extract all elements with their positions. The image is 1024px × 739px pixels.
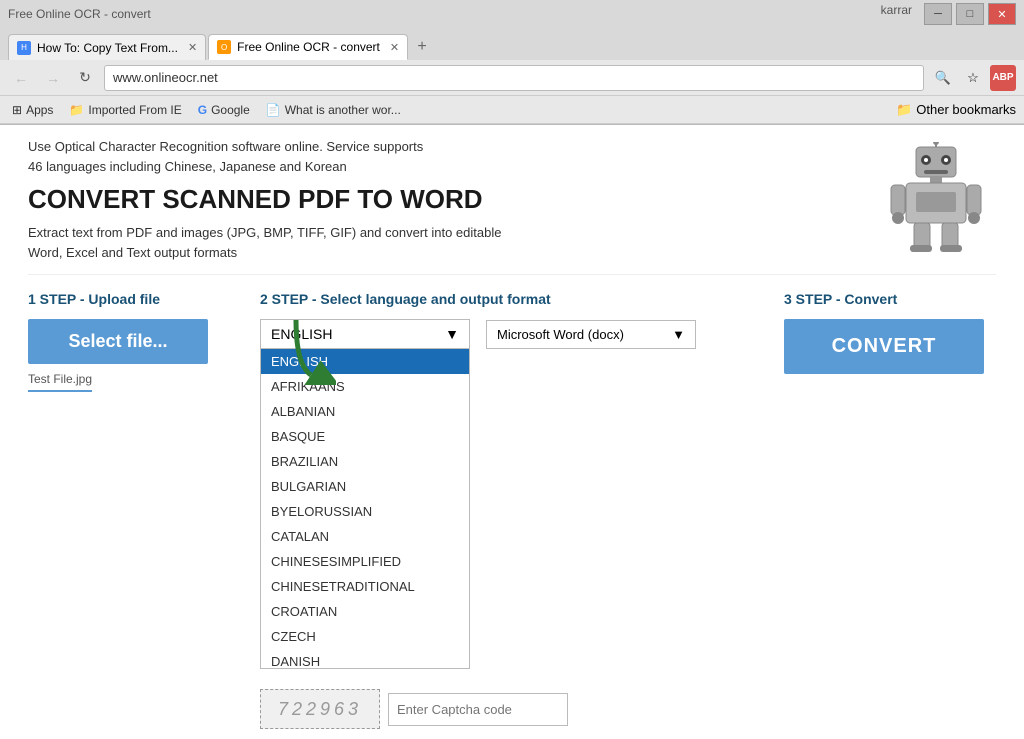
tab-bar: H How To: Copy Text From... ✕ O Free Onl… [0,28,1024,60]
captcha-input[interactable] [388,693,568,726]
reload-button[interactable]: ↻ [72,65,98,91]
step-2-title: 2 STEP - Select language and output form… [260,291,760,307]
tab-2[interactable]: O Free Online OCR - convert ✕ [208,34,408,60]
steps-row: 1 STEP - Upload file Select file... Test… [28,291,996,729]
lang-option-albanian[interactable]: ALBANIAN [261,399,469,424]
tab-2-label: Free Online OCR - convert [237,40,380,54]
hero-subtitle2: Word, Excel and Text output formats [28,243,876,263]
page-content: Use Optical Character Recognition softwa… [12,125,1012,739]
search-icon[interactable]: 🔍 [930,65,956,91]
hero-section: Use Optical Character Recognition softwa… [28,125,996,275]
bookmark-google[interactable]: G Google [194,101,254,119]
bookmark-apps[interactable]: ⊞ Apps [8,101,57,119]
apps-icon: ⊞ [12,103,22,117]
window-controls: karrar ─ □ ✕ [881,3,1016,25]
lang-option-bulgarian[interactable]: BULGARIAN [261,474,469,499]
minimize-button[interactable]: ─ [924,3,952,25]
language-dropdown-list[interactable]: ENGLISH AFRIKAANS ALBANIAN BASQUE BRAZIL… [260,349,470,669]
lang-option-brazilian[interactable]: BRAZILIAN [261,449,469,474]
user-label: karrar [881,3,912,25]
bookmark-imported[interactable]: 📁 Imported From IE [65,101,185,119]
nav-bar: ← → ↻ www.onlineocr.net 🔍 ☆ ABP [0,60,1024,96]
page-wrapper: Use Optical Character Recognition softwa… [0,125,1024,739]
imported-label: Imported From IE [88,103,181,117]
apps-label: Apps [26,103,53,117]
address-bar[interactable]: www.onlineocr.net [104,65,924,91]
new-tab-button[interactable]: + [410,34,434,60]
hero-line1: Use Optical Character Recognition softwa… [28,137,876,157]
google-icon: G [198,103,207,117]
captcha-area: 722963 [260,689,760,729]
back-button[interactable]: ← [8,65,34,91]
abp-icon[interactable]: ABP [990,65,1016,91]
arrow-indicator [276,315,336,388]
page-icon: 📄 [266,103,281,117]
hero-line2: 46 languages including Chinese, Japanese… [28,157,876,177]
tab-1[interactable]: H How To: Copy Text From... ✕ [8,34,206,60]
address-text: www.onlineocr.net [113,70,915,85]
step-3: 3 STEP - Convert CONVERT [772,291,996,374]
lang-option-byelorussian[interactable]: BYELORUSSIAN [261,499,469,524]
forward-button[interactable]: → [40,65,66,91]
tab-2-favicon: O [217,40,231,54]
lang-option-chinesetraditional[interactable]: CHINESETRADITIONAL [261,574,469,599]
bookmark-what[interactable]: 📄 What is another wor... [262,101,405,119]
restore-button[interactable]: □ [956,3,984,25]
tab-1-label: How To: Copy Text From... [37,41,178,55]
step-1: 1 STEP - Upload file Select file... Test… [28,291,248,392]
nav-icons-right: 🔍 ☆ ABP [930,65,1016,91]
lang-option-catalan[interactable]: CATALAN [261,524,469,549]
tab-2-close[interactable]: ✕ [390,41,399,54]
captcha-image: 722963 [260,689,380,729]
lang-option-croatian[interactable]: CROATIAN [261,599,469,624]
what-label: What is another wor... [285,103,401,117]
lang-option-chinesesimplified[interactable]: CHINESESIMPLIFIED [261,549,469,574]
tab-1-favicon: H [17,41,31,55]
format-selected-label: Microsoft Word (docx) [497,327,624,342]
green-arrow-svg [276,315,336,385]
title-bar-left: Free Online OCR - convert [8,7,877,21]
other-bookmarks-label: Other bookmarks [916,102,1016,117]
hero-title: CONVERT SCANNED PDF TO WORD [28,184,876,215]
steps-section: 1 STEP - Upload file Select file... Test… [28,275,996,739]
format-arrow-icon: ▼ [672,327,685,342]
robot-image [876,137,996,257]
tab-1-close[interactable]: ✕ [188,41,197,54]
format-select[interactable]: Microsoft Word (docx) ▼ [486,320,696,349]
title-bar: Free Online OCR - convert karrar ─ □ ✕ [0,0,1024,28]
lang-arrow-icon: ▼ [445,326,459,342]
folder-icon: 📁 [69,103,84,117]
close-button[interactable]: ✕ [988,3,1016,25]
step-3-title: 3 STEP - Convert [784,291,984,307]
lang-option-danish[interactable]: DANISH [261,649,469,669]
step-1-title: 1 STEP - Upload file [28,291,236,307]
hero-text: Use Optical Character Recognition softwa… [28,137,876,262]
select-file-button[interactable]: Select file... [28,319,208,364]
lang-option-czech[interactable]: CZECH [261,624,469,649]
folder-icon-2: 📁 [896,102,912,118]
window-title: Free Online OCR - convert [8,7,151,21]
robot-svg [886,142,986,252]
browser-chrome: Free Online OCR - convert karrar ─ □ ✕ H… [0,0,1024,125]
hero-subtitle1: Extract text from PDF and images (JPG, B… [28,223,876,243]
bookmarks-bar: ⊞ Apps 📁 Imported From IE G Google 📄 Wha… [0,96,1024,124]
file-name: Test File.jpg [28,372,92,392]
google-label: Google [211,103,250,117]
star-icon[interactable]: ☆ [960,65,986,91]
other-bookmarks[interactable]: 📁 Other bookmarks [896,102,1016,118]
lang-option-basque[interactable]: BASQUE [261,424,469,449]
convert-button[interactable]: CONVERT [784,319,984,374]
